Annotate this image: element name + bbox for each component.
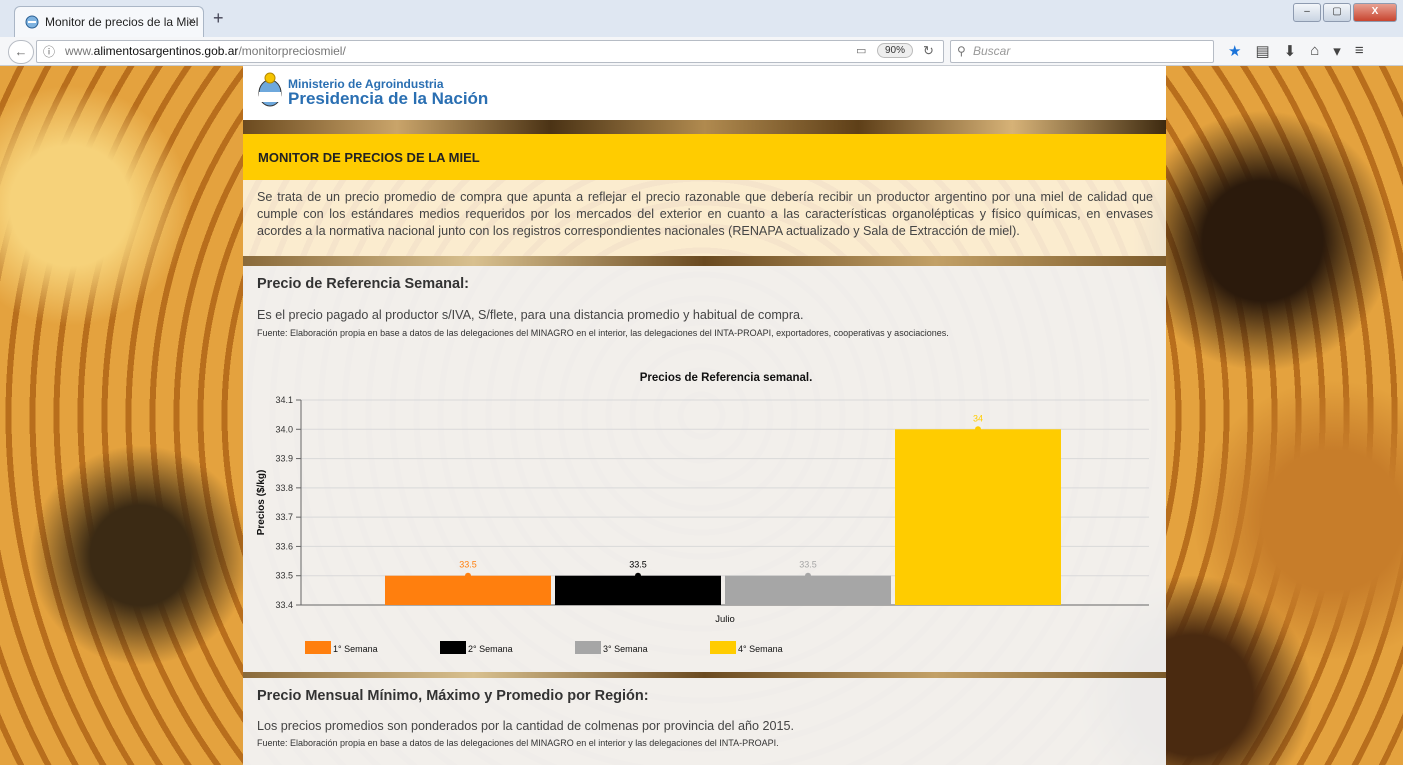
tab-bar: Monitor de precios de la Miel × + – ▢ X bbox=[0, 0, 1403, 38]
bar-marker bbox=[805, 572, 811, 579]
bar-marker bbox=[975, 426, 981, 433]
legend-label: 4° Semana bbox=[738, 644, 783, 654]
regional-section-title: Precio Mensual Mínimo, Máximo y Promedio… bbox=[257, 688, 649, 704]
close-window-button[interactable]: X bbox=[1353, 3, 1397, 22]
search-placeholder: Buscar bbox=[973, 44, 1011, 58]
page-viewport[interactable]: Ministerio de Agroindustria Presidencia … bbox=[0, 66, 1403, 765]
y-tick-label: 34.1 bbox=[275, 395, 293, 405]
bookmark-star-icon[interactable]: ★ bbox=[1228, 42, 1241, 60]
decorative-strip bbox=[243, 120, 1166, 134]
url-text: www.alimentosargentinos.gob.ar/monitorpr… bbox=[65, 44, 346, 58]
legend-swatch bbox=[440, 641, 466, 654]
weekly-source: Fuente: Elaboración propia en base a dat… bbox=[257, 328, 949, 338]
intro-panel: Se trata de un precio promedio de compra… bbox=[243, 180, 1166, 256]
maximize-button[interactable]: ▢ bbox=[1323, 3, 1351, 22]
decorative-strip bbox=[243, 256, 1166, 266]
shield-favicon-icon bbox=[25, 15, 39, 29]
national-seal-icon bbox=[258, 72, 282, 107]
zoom-indicator[interactable]: 90% bbox=[877, 43, 914, 58]
legend-swatch bbox=[575, 641, 601, 654]
government-header: Ministerio de Agroindustria Presidencia … bbox=[243, 66, 1166, 120]
page-content: Ministerio de Agroindustria Presidencia … bbox=[243, 66, 1166, 765]
weekly-section-title: Precio de Referencia Semanal: bbox=[257, 276, 469, 292]
presidencia-text: Presidencia de la Nación bbox=[288, 89, 489, 108]
home-icon[interactable]: ⌂ bbox=[1310, 42, 1319, 60]
bar-2 bbox=[555, 575, 721, 605]
regional-price-section: Precio Mensual Mínimo, Máximo y Promedio… bbox=[243, 678, 1166, 765]
menu-icon[interactable]: ≡ bbox=[1355, 42, 1364, 60]
reader-view-icon[interactable]: ▭ bbox=[856, 44, 866, 57]
pocket-icon[interactable]: ▾ bbox=[1333, 42, 1341, 60]
info-icon[interactable]: ⓘ bbox=[43, 43, 55, 60]
y-tick-label: 33.7 bbox=[275, 512, 293, 522]
data-label: 33.5 bbox=[629, 560, 647, 570]
y-tick-label: 33.5 bbox=[275, 571, 293, 581]
x-tick-label: Julio bbox=[715, 614, 735, 625]
chart-title: Precios de Referencia semanal. bbox=[640, 372, 813, 384]
y-tick-label: 33.4 bbox=[275, 600, 293, 610]
new-tab-button[interactable]: + bbox=[213, 8, 224, 29]
bar-3 bbox=[725, 575, 891, 605]
search-box[interactable]: ⚲ Buscar bbox=[950, 40, 1214, 63]
y-tick-label: 34.0 bbox=[275, 424, 293, 434]
page-title: MONITOR DE PRECIOS DE LA MIEL bbox=[258, 150, 480, 165]
data-label: 33.5 bbox=[799, 560, 817, 570]
window-controls: – ▢ X bbox=[1293, 3, 1397, 22]
y-tick-label: 33.8 bbox=[275, 483, 293, 493]
y-tick-label: 33.6 bbox=[275, 541, 293, 551]
bar-marker bbox=[465, 572, 471, 579]
weekly-price-chart[interactable]: Precios de Referencia semanal. 33.4 33.5 33… bbox=[243, 362, 1166, 667]
legend-label: 2° Semana bbox=[468, 644, 513, 654]
y-axis-label: Precios ($/kg) bbox=[256, 470, 267, 536]
legend-label: 1° Semana bbox=[333, 644, 378, 654]
reload-icon[interactable]: ↻ bbox=[923, 43, 934, 59]
back-button[interactable]: ← bbox=[8, 40, 34, 64]
data-label: 34 bbox=[973, 413, 983, 423]
monitor-banner: MONITOR DE PRECIOS DE LA MIEL bbox=[243, 134, 1166, 180]
weekly-price-section: Precio de Referencia Semanal: Es el prec… bbox=[243, 266, 1166, 672]
search-icon: ⚲ bbox=[957, 44, 966, 58]
bar-4 bbox=[895, 429, 1061, 605]
minimize-button[interactable]: – bbox=[1293, 3, 1321, 22]
bar-marker bbox=[635, 572, 641, 579]
weekly-description: Es el precio pagado al productor s/IVA, … bbox=[257, 308, 804, 322]
intro-text: Se trata de un precio promedio de compra… bbox=[257, 190, 1153, 238]
toolbar-icons: ★ ▤ ⬇ ⌂ ▾ ≡ bbox=[1228, 42, 1364, 60]
legend-swatch bbox=[710, 641, 736, 654]
legend-label: 3° Semana bbox=[603, 644, 648, 654]
download-icon[interactable]: ⬇ bbox=[1284, 42, 1297, 60]
legend-swatch bbox=[305, 641, 331, 654]
tab-monitor-miel[interactable]: Monitor de precios de la Miel × bbox=[14, 6, 204, 37]
tab-close-icon[interactable]: × bbox=[188, 14, 195, 28]
tab-title: Monitor de precios de la Miel bbox=[45, 15, 199, 29]
navigation-bar: ← ⓘ www.alimentosargentinos.gob.ar/monit… bbox=[0, 37, 1403, 66]
data-label: 33.5 bbox=[459, 560, 477, 570]
regional-source: Fuente: Elaboración propia en base a dat… bbox=[257, 738, 779, 748]
bookmarks-list-icon[interactable]: ▤ bbox=[1255, 42, 1269, 60]
y-tick-label: 33.9 bbox=[275, 454, 293, 464]
address-bar[interactable]: ⓘ www.alimentosargentinos.gob.ar/monitor… bbox=[36, 40, 944, 63]
bar-1 bbox=[385, 575, 551, 605]
regional-description: Los precios promedios son ponderados por… bbox=[257, 719, 794, 733]
